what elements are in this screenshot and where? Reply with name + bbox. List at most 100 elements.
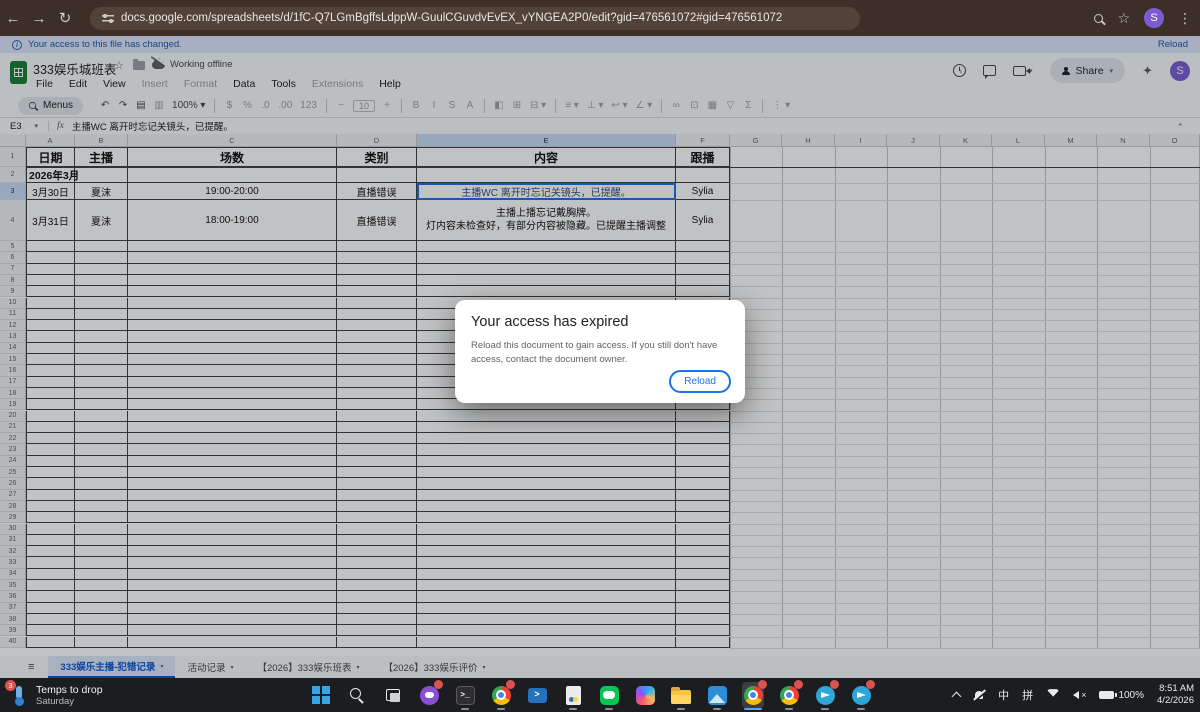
menu-view[interactable]: View	[97, 76, 132, 92]
font-size-plus-icon[interactable]: +	[379, 100, 395, 111]
photos-icon[interactable]	[706, 682, 728, 708]
bookmark-star-icon[interactable]: ☆	[1117, 10, 1130, 27]
cell-F26[interactable]	[676, 478, 730, 489]
cell-C39[interactable]	[128, 625, 337, 636]
menu-extensions[interactable]: Extensions	[306, 76, 369, 92]
redo-icon[interactable]: ↷	[115, 100, 131, 111]
currency-icon[interactable]: $	[221, 100, 237, 111]
cell-B34[interactable]	[75, 569, 128, 580]
cell-A14[interactable]	[26, 343, 75, 354]
cell-A3[interactable]: 3月30日	[26, 183, 75, 200]
cell-C35[interactable]	[128, 580, 337, 591]
cell-A36[interactable]	[26, 591, 75, 602]
cell-D6[interactable]	[337, 252, 417, 263]
percent-icon[interactable]: %	[239, 100, 255, 111]
dialog-reload-button[interactable]: Reload	[669, 370, 731, 393]
cell-D1[interactable]: 类别	[337, 147, 417, 167]
cell-A18[interactable]	[26, 388, 75, 399]
cell-F1[interactable]: 跟播	[676, 147, 730, 167]
row-header-3[interactable]: 3	[0, 183, 26, 200]
wifi-icon[interactable]	[1046, 688, 1060, 702]
site-settings-icon[interactable]	[102, 13, 114, 23]
name-box[interactable]: E3 ▾	[0, 121, 44, 132]
cell-B25[interactable]	[75, 467, 128, 478]
cell-B29[interactable]	[75, 512, 128, 523]
row-header-2[interactable]: 2	[0, 167, 26, 183]
cell-D18[interactable]	[337, 388, 417, 399]
formula-input[interactable]: 主播WC 离开时忘记关镜头，已提醒。	[72, 119, 233, 133]
cell-A20[interactable]	[26, 411, 75, 422]
cell-C37[interactable]	[128, 603, 337, 614]
cell-A13[interactable]	[26, 331, 75, 342]
cell-E33[interactable]	[417, 557, 676, 568]
cell-A28[interactable]	[26, 501, 75, 512]
cell-B19[interactable]	[75, 399, 128, 410]
row-header-17[interactable]: 17	[0, 377, 26, 388]
cell-C34[interactable]	[128, 569, 337, 580]
row-header-29[interactable]: 29	[0, 512, 26, 523]
vertical-align-icon[interactable]: ⊥ ▾	[584, 100, 607, 111]
cell-B7[interactable]	[75, 264, 128, 275]
column-header-K[interactable]: K	[940, 134, 992, 147]
cell-A24[interactable]	[26, 456, 75, 467]
cell-A26[interactable]	[26, 478, 75, 489]
menu-help[interactable]: Help	[373, 76, 407, 92]
column-header-C[interactable]: C	[128, 134, 337, 147]
browser-menu-icon[interactable]: ⋮	[1178, 10, 1192, 27]
cell-D36[interactable]	[337, 591, 417, 602]
cell-B18[interactable]	[75, 388, 128, 399]
row-header-23[interactable]: 23	[0, 444, 26, 455]
cell-E35[interactable]	[417, 580, 676, 591]
row-header-19[interactable]: 19	[0, 399, 26, 410]
cell-D8[interactable]	[337, 275, 417, 286]
cell-C17[interactable]	[128, 377, 337, 388]
cell-C31[interactable]	[128, 535, 337, 546]
column-header-I[interactable]: I	[835, 134, 887, 147]
cell-C6[interactable]	[128, 252, 337, 263]
cell-A11[interactable]	[26, 309, 75, 320]
cell-A21[interactable]	[26, 422, 75, 433]
cell-A19[interactable]	[26, 399, 75, 410]
cell-C33[interactable]	[128, 557, 337, 568]
cell-E31[interactable]	[417, 535, 676, 546]
cell-C40[interactable]	[128, 637, 337, 648]
row-header-34[interactable]: 34	[0, 569, 26, 580]
sheet-tab-4[interactable]: 【2026】333娱乐评价▾	[371, 656, 497, 678]
cell-E9[interactable]	[417, 286, 676, 297]
cell-D28[interactable]	[337, 501, 417, 512]
cell-E37[interactable]	[417, 603, 676, 614]
row-header-15[interactable]: 15	[0, 354, 26, 365]
sheet-tab-3[interactable]: 【2026】333娱乐班表▾	[245, 656, 371, 678]
cell-F2[interactable]	[676, 167, 730, 183]
row-header-4[interactable]: 4	[0, 200, 26, 241]
cell-A6[interactable]	[26, 252, 75, 263]
refresh-icon[interactable]: ↻	[52, 9, 78, 27]
number-format-icon[interactable]: 123	[297, 100, 320, 111]
cell-C36[interactable]	[128, 591, 337, 602]
menu-insert[interactable]: Insert	[136, 76, 174, 92]
row-header-33[interactable]: 33	[0, 557, 26, 568]
cell-B21[interactable]	[75, 422, 128, 433]
cell-C32[interactable]	[128, 546, 337, 557]
cell-F9[interactable]	[676, 286, 730, 297]
cell-A39[interactable]	[26, 625, 75, 636]
cell-B38[interactable]	[75, 614, 128, 625]
cell-A23[interactable]	[26, 444, 75, 455]
cell-E25[interactable]	[417, 467, 676, 478]
text-wrap-icon[interactable]: ↩ ▾	[608, 100, 630, 111]
cell-B6[interactable]	[75, 252, 128, 263]
cell-E39[interactable]	[417, 625, 676, 636]
cell-C8[interactable]	[128, 275, 337, 286]
cell-A12[interactable]	[26, 320, 75, 331]
cell-F28[interactable]	[676, 501, 730, 512]
borders-icon[interactable]: ⊞	[509, 100, 525, 111]
row-header-38[interactable]: 38	[0, 614, 26, 625]
cell-E27[interactable]	[417, 490, 676, 501]
cell-F32[interactable]	[676, 546, 730, 557]
cell-C19[interactable]	[128, 399, 337, 410]
row-header-8[interactable]: 8	[0, 275, 26, 286]
cell-B31[interactable]	[75, 535, 128, 546]
filter-icon[interactable]: ▽	[722, 100, 738, 111]
cell-C26[interactable]	[128, 478, 337, 489]
cell-A31[interactable]	[26, 535, 75, 546]
